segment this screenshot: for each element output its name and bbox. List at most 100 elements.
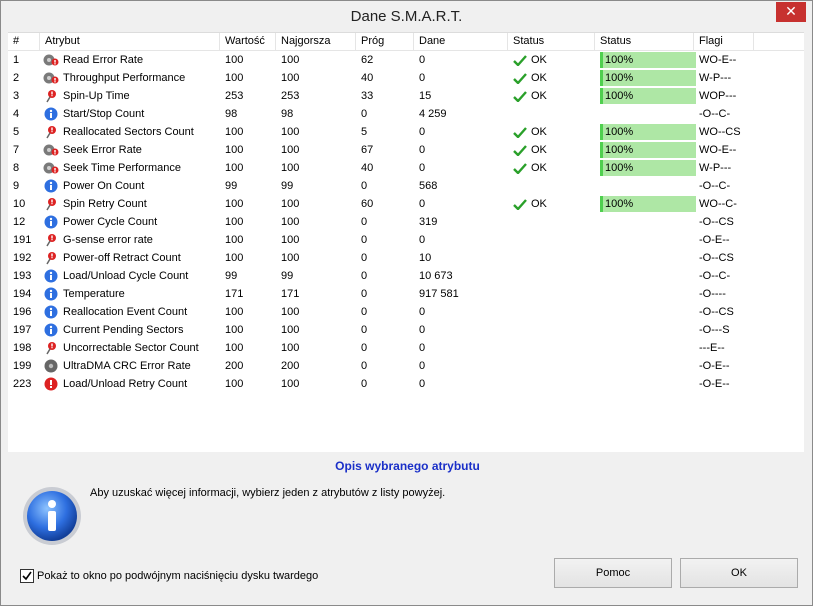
pin-warning-icon: [43, 233, 59, 247]
attribute-value: 100: [225, 378, 244, 390]
attribute-flags: WO--CS: [699, 126, 741, 138]
help-button[interactable]: Pomoc: [554, 558, 672, 588]
table-row[interactable]: 199 UltraDMA CRC Error Rate 200 200 0 0 -O-E--: [8, 357, 804, 375]
attribute-worst: 200: [281, 360, 300, 372]
disk-icon: [43, 359, 59, 373]
column-header-value[interactable]: Wartość: [220, 33, 276, 50]
info-large-icon: [23, 487, 81, 545]
attribute-raw-data: 0: [419, 324, 426, 336]
attribute-raw-data: 0: [419, 378, 426, 390]
attribute-name: Start/Stop Count: [63, 108, 145, 120]
table-row[interactable]: 5 Reallocated Sectors Count 100 100 5 0 OK 100%…: [8, 123, 804, 141]
table-row[interactable]: 7 Seek Error Rate 100 100 67 0 OK 100% WO-E--: [8, 141, 804, 159]
attribute-list[interactable]: # Atrybut Wartość Najgorsza Próg Dane St…: [8, 32, 804, 452]
attribute-flags: WO-E--: [699, 54, 737, 66]
attribute-value: 100: [225, 216, 244, 228]
column-header-id[interactable]: #: [8, 33, 40, 50]
attribute-threshold: 40: [361, 162, 374, 174]
attribute-id: 2: [13, 72, 20, 84]
attribute-name: Temperature: [63, 288, 125, 300]
status-text: OK: [531, 162, 547, 174]
attribute-name: UltraDMA CRC Error Rate: [63, 360, 191, 372]
table-row[interactable]: 223 Load/Unload Retry Count 100 100 0 0 -O-E--: [8, 375, 804, 393]
table-row[interactable]: 193 Load/Unload Cycle Count 99 99 0 10 673 -O-…: [8, 267, 804, 285]
attribute-value: 98: [225, 108, 238, 120]
attribute-worst: 100: [281, 306, 300, 318]
attribute-worst: 100: [281, 198, 300, 210]
attribute-flags: WO-E--: [699, 144, 737, 156]
column-header-flags[interactable]: Flagi: [694, 33, 754, 50]
attribute-flags: -O--CS: [699, 216, 734, 228]
attribute-threshold: 0: [361, 360, 368, 372]
attribute-worst: 100: [281, 342, 300, 354]
attribute-value: 100: [225, 252, 244, 264]
attribute-flags: WO--C-: [699, 198, 737, 210]
table-row[interactable]: 192 Power-off Retract Count 100 100 0 10 -O--C…: [8, 249, 804, 267]
attribute-threshold: 62: [361, 54, 374, 66]
attribute-id: 7: [13, 144, 20, 156]
attribute-id: 1: [13, 54, 20, 66]
table-row[interactable]: 3 Spin-Up Time 253 253 33 15 OK 100% WOP---: [8, 87, 804, 105]
title-bar: Dane S.M.A.R.T. ✕: [1, 1, 812, 31]
attribute-name: Current Pending Sectors: [63, 324, 184, 336]
attribute-name: Load/Unload Cycle Count: [63, 270, 189, 282]
health-bar: 100%: [600, 196, 696, 212]
attribute-worst: 99: [281, 180, 294, 192]
attribute-value: 100: [225, 234, 244, 246]
column-header-attribute[interactable]: Atrybut: [40, 33, 220, 50]
attribute-name: Uncorrectable Sector Count: [63, 342, 199, 354]
attribute-flags: -O----: [699, 288, 726, 300]
info-icon: [43, 305, 59, 319]
status-text: OK: [531, 90, 547, 102]
column-header-status-bar[interactable]: Status: [595, 33, 694, 50]
column-header-threshold[interactable]: Próg: [356, 33, 414, 50]
table-row[interactable]: 196 Reallocation Event Count 100 100 0 0 -O--C…: [8, 303, 804, 321]
attribute-id: 8: [13, 162, 20, 174]
attribute-id: 223: [13, 378, 32, 390]
attribute-id: 198: [13, 342, 32, 354]
pin-warning-icon: [43, 341, 59, 355]
table-row[interactable]: 10 Spin Retry Count 100 100 60 0 OK 100% WO--C-: [8, 195, 804, 213]
pin-warning-icon: [43, 197, 59, 211]
attribute-threshold: 67: [361, 144, 374, 156]
close-button[interactable]: ✕: [776, 2, 806, 22]
attribute-id: 3: [13, 90, 20, 102]
attribute-flags: -O--C-: [699, 108, 731, 120]
table-row[interactable]: 198 Uncorrectable Sector Count 100 100 0 0 ---…: [8, 339, 804, 357]
table-row[interactable]: 197 Current Pending Sectors 100 100 0 0 -O---S: [8, 321, 804, 339]
attribute-id: 4: [13, 108, 20, 120]
table-row[interactable]: 2 Throughput Performance 100 100 40 0 OK 100% W-…: [8, 69, 804, 87]
attribute-threshold: 0: [361, 270, 368, 282]
attribute-threshold: 5: [361, 126, 368, 138]
attribute-flags: W-P---: [699, 72, 732, 84]
attribute-name: Spin Retry Count: [63, 198, 147, 210]
table-row[interactable]: 191 G-sense error rate 100 100 0 0 -O-E--: [8, 231, 804, 249]
table-row[interactable]: 194 Temperature 171 171 0 917 581 -O----: [8, 285, 804, 303]
ok-button[interactable]: OK: [680, 558, 798, 588]
table-row[interactable]: 4 Start/Stop Count 98 98 0 4 259 -O--C-: [8, 105, 804, 123]
attribute-threshold: 0: [361, 252, 368, 264]
attribute-value: 99: [225, 270, 238, 282]
attribute-threshold: 0: [361, 234, 368, 246]
table-row[interactable]: 8 Seek Time Performance 100 100 40 0 OK 100% W-P…: [8, 159, 804, 177]
column-header-data[interactable]: Dane: [414, 33, 508, 50]
attribute-flags: WOP---: [699, 90, 737, 102]
attribute-raw-data: 568: [419, 180, 438, 192]
info-icon: [43, 323, 59, 337]
table-row[interactable]: 9 Power On Count 99 99 0 568 -O--C-: [8, 177, 804, 195]
error-icon: [43, 377, 59, 391]
checkmark-icon: [22, 571, 32, 581]
table-row[interactable]: 12 Power Cycle Count 100 100 0 319 -O--CS: [8, 213, 804, 231]
health-bar: 100%: [600, 52, 696, 68]
attribute-worst: 99: [281, 270, 294, 282]
attribute-worst: 98: [281, 108, 294, 120]
attribute-value: 100: [225, 72, 244, 84]
column-header-status[interactable]: Status: [508, 33, 595, 50]
attribute-worst: 100: [281, 324, 300, 336]
disk-error-icon: [43, 71, 59, 85]
attribute-worst: 100: [281, 54, 300, 66]
table-row[interactable]: 1 Read Error Rate 100 100 62 0 OK 100% WO-E--: [8, 51, 804, 69]
attribute-threshold: 0: [361, 180, 368, 192]
column-header-worst[interactable]: Najgorsza: [276, 33, 356, 50]
show-on-doubleclick-checkbox[interactable]: [20, 569, 34, 583]
